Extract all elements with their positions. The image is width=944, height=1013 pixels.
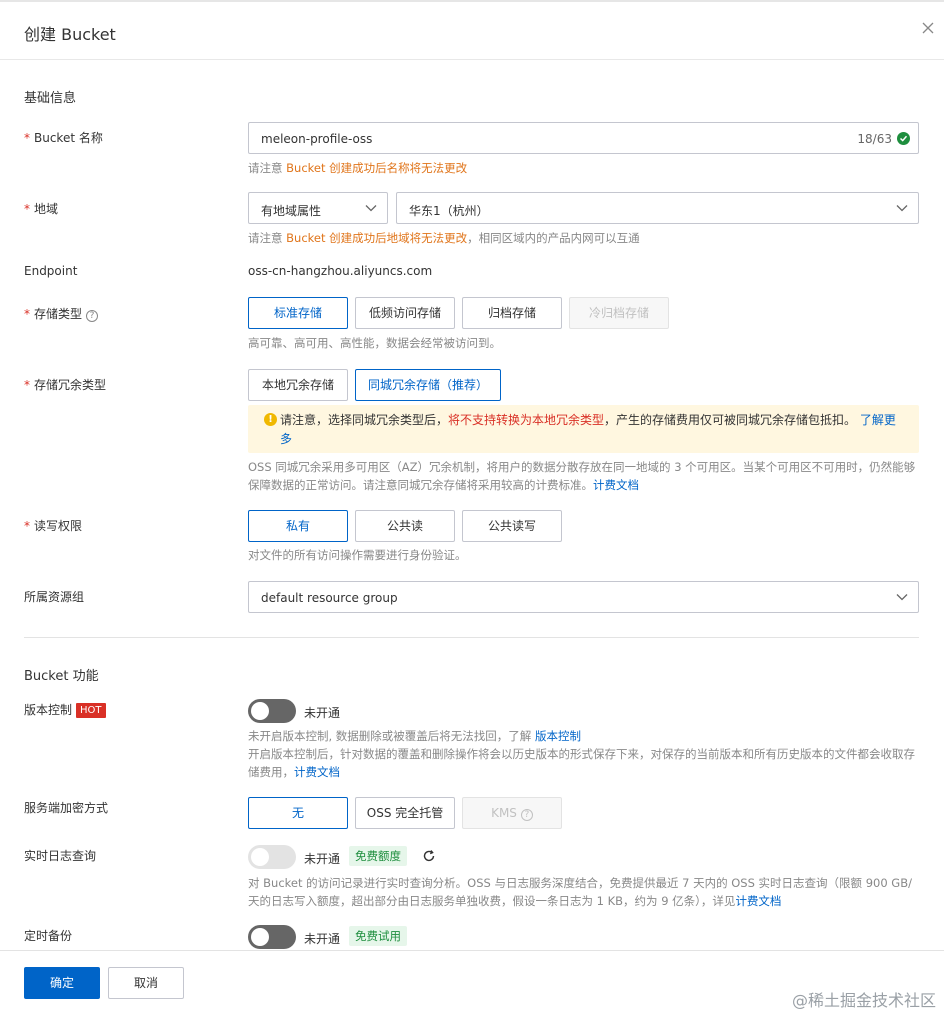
- versioning-state: 未开通: [304, 706, 341, 720]
- help-icon: ?: [520, 809, 533, 821]
- storage-class-label: * 存储类型?: [24, 305, 99, 322]
- section-divider: [24, 637, 919, 638]
- resource-group-label: 所属资源组: [24, 590, 85, 604]
- storage-class-hint: 高可靠、高可用、高性能，数据会经常被访问到。: [248, 336, 501, 350]
- confirm-button[interactable]: 确定: [24, 967, 100, 999]
- dialog-title: 创建 Bucket: [24, 25, 116, 44]
- check-icon: [897, 132, 910, 145]
- encryption-label: 服务端加密方式: [24, 801, 109, 815]
- backup-toggle[interactable]: [248, 925, 296, 949]
- hot-badge: HOT: [76, 703, 106, 718]
- cancel-button[interactable]: 取消: [108, 967, 184, 999]
- chevron-down-icon: [896, 205, 908, 212]
- resource-group-select[interactable]: default resource group: [248, 581, 919, 613]
- acl-label: * 读写权限: [24, 519, 83, 533]
- endpoint-value: oss-cn-hangzhou.aliyuncs.com: [248, 264, 433, 278]
- close-icon[interactable]: [920, 20, 936, 36]
- realtime-log-label: 实时日志查询: [24, 849, 97, 863]
- realtime-log-toggle: [248, 845, 296, 869]
- realtime-log-billing-link[interactable]: 计费文档: [735, 894, 781, 908]
- acl-public-read-button[interactable]: 公共读: [355, 510, 455, 542]
- section-features-title: Bucket 功能: [24, 669, 99, 684]
- versioning-hint: 未开启版本控制, 数据删除或被覆盖后将无法找回，了解 版本控制 开启版本控制后，…: [248, 729, 915, 779]
- acl-hint: 对文件的所有访问操作需要进行身份验证。: [248, 548, 467, 562]
- storage-ia-button[interactable]: 低频访问存储: [355, 297, 455, 329]
- redundancy-notice: ! 请注意，选择同城冗余类型后，将不支持转换为本地冗余类型，产生的存储费用仅可被…: [248, 405, 919, 453]
- region-attr-select[interactable]: 有地域属性: [248, 192, 388, 224]
- redundancy-billing-link[interactable]: 计费文档: [593, 478, 639, 492]
- chevron-down-icon: [896, 594, 908, 601]
- versioning-label: 版本控制 HOT: [24, 701, 106, 718]
- endpoint-label: Endpoint: [24, 264, 78, 278]
- notice-text: 请注意，选择同城冗余类型后，将不支持转换为本地冗余类型，产生的存储费用仅可被同城…: [280, 413, 896, 446]
- free-quota-tag: 免费额度: [349, 846, 407, 866]
- realtime-log-state: 未开通: [304, 852, 341, 866]
- realtime-log-hint: 对 Bucket 的访问记录进行实时查询分析。OSS 与日志服务深度结合，免费提…: [248, 876, 912, 908]
- warning-icon: !: [264, 413, 277, 426]
- section-basic-title: 基础信息: [24, 91, 77, 106]
- redundancy-lrs-button[interactable]: 本地冗余存储: [248, 369, 348, 401]
- bucket-name-label: * Bucket 名称: [24, 131, 103, 145]
- region-hint: 请注意 Bucket 创建成功后地域将无法更改，相同区域内的产品内网可以互通: [248, 231, 640, 245]
- bucket-name-value: meleon-profile-oss: [261, 132, 373, 146]
- region-attr-value: 有地域属性: [261, 204, 322, 218]
- bucket-name-input[interactable]: meleon-profile-oss 18/63: [248, 122, 919, 154]
- versioning-toggle[interactable]: [248, 699, 296, 723]
- region-label: * 地域: [24, 202, 59, 216]
- refresh-icon[interactable]: [422, 849, 436, 863]
- acl-private-button[interactable]: 私有: [248, 510, 348, 542]
- versioning-billing-link[interactable]: 计费文档: [294, 765, 340, 779]
- dialog-footer: 确定 取消 @稀土掘金技术社区: [0, 950, 944, 1013]
- dialog-header: 创建 Bucket: [0, 2, 944, 60]
- free-trial-tag: 免费试用: [349, 926, 407, 946]
- encryption-kms-button: KMS?: [462, 797, 562, 829]
- encryption-oss-button[interactable]: OSS 完全托管: [355, 797, 455, 829]
- watermark: @稀土掘金技术社区: [791, 991, 936, 1010]
- bucket-name-hint: 请注意 Bucket 创建成功后名称将无法更改: [248, 161, 468, 175]
- backup-state: 未开通: [304, 932, 341, 946]
- backup-label: 定时备份: [24, 929, 73, 943]
- region-select[interactable]: 华东1（杭州）: [396, 192, 919, 224]
- redundancy-hint: OSS 同城冗余采用多可用区（AZ）冗余机制，将用户的数据分散存放在同一地域的 …: [248, 460, 916, 492]
- redundancy-zrs-button[interactable]: 同城冗余存储（推荐）: [355, 369, 501, 401]
- versioning-doc-link[interactable]: 版本控制: [535, 729, 581, 743]
- acl-public-read-write-button[interactable]: 公共读写: [462, 510, 562, 542]
- encryption-none-button[interactable]: 无: [248, 797, 348, 829]
- resource-group-value: default resource group: [261, 591, 398, 605]
- region-value: 华东1（杭州）: [409, 204, 489, 218]
- chevron-down-icon: [365, 205, 377, 212]
- redundancy-label: * 存储冗余类型: [24, 378, 107, 392]
- help-icon[interactable]: ?: [86, 310, 99, 322]
- storage-archive-button[interactable]: 归档存储: [462, 297, 562, 329]
- bucket-name-count: 18/63: [857, 132, 892, 146]
- storage-cold-archive-button: 冷归档存储: [569, 297, 669, 329]
- storage-standard-button[interactable]: 标准存储: [248, 297, 348, 329]
